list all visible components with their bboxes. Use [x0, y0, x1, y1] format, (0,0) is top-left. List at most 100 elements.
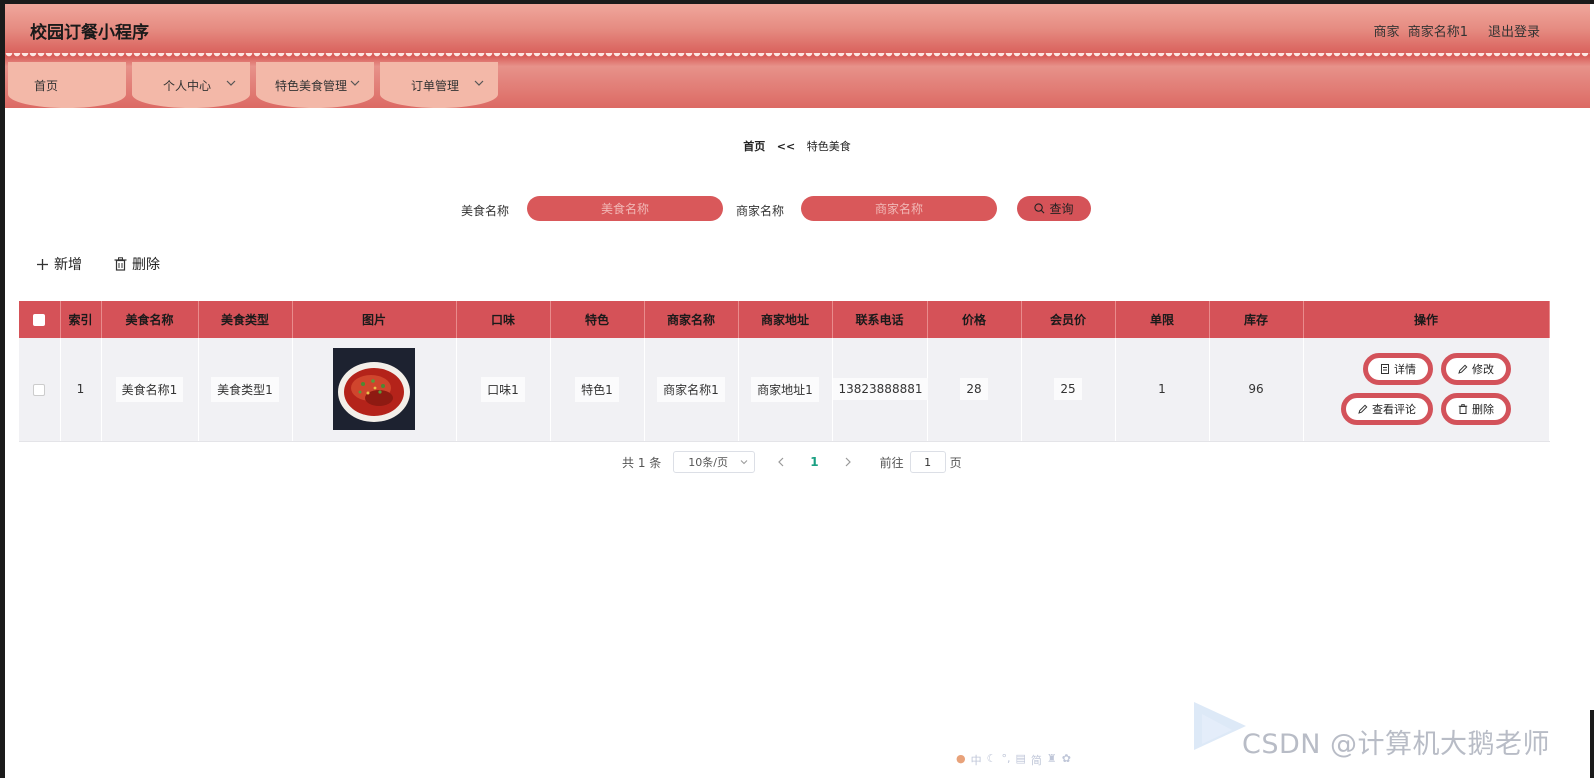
role-label: 商家: [1373, 25, 1400, 40]
trash-icon: [114, 257, 127, 271]
column-header: 索引: [60, 301, 102, 338]
breadcrumb: 首页 << 特色美食: [0, 138, 1594, 154]
nav-item-home[interactable]: 首页: [8, 62, 126, 108]
batch-delete-button[interactable]: 删除: [114, 254, 160, 274]
goto-page-input[interactable]: [909, 451, 946, 473]
nav-item-label: 订单管理: [410, 78, 459, 93]
food-image: [333, 348, 415, 431]
goto-label: 前往: [879, 455, 904, 470]
member-price-value: 25: [1054, 378, 1082, 401]
select-all-checkbox[interactable]: [33, 314, 46, 326]
main-nav: 首页 个人中心 特色美食管理 订单管理: [8, 62, 498, 108]
phone-value: 13823888881: [832, 378, 929, 401]
row-select-cell[interactable]: [19, 338, 61, 442]
column-header: 口味: [456, 301, 551, 338]
query-button-label: 查询: [1049, 202, 1074, 216]
next-page-icon[interactable]: [844, 457, 852, 467]
food-name-value: 美食名称1: [115, 376, 184, 402]
nav-item-order-management[interactable]: 订单管理: [380, 62, 498, 108]
row-checkbox[interactable]: [33, 383, 46, 396]
cell-merchant-name: 商家名称1: [644, 338, 739, 442]
cell-member-price: 25: [1021, 338, 1116, 442]
keyboard-icon: ▤: [1015, 752, 1026, 765]
detail-button[interactable]: 详情: [1363, 353, 1433, 386]
table-toolbar: 新增 删除: [36, 254, 160, 274]
current-user-label: 商家 商家名称1: [1374, 21, 1468, 40]
window-edge-left: [0, 0, 5, 778]
merchant-name-value: 商家名称1: [657, 376, 725, 402]
column-header: 商家名称: [644, 301, 739, 338]
breadcrumb-current: 特色美食: [806, 140, 851, 153]
cell-feature: 特色1: [550, 338, 645, 442]
breadcrumb-home[interactable]: 首页: [743, 140, 765, 153]
nav-item-food-management[interactable]: 特色美食管理: [256, 62, 374, 108]
watermark-text: CSDN @计算机大鹅老师: [1242, 729, 1551, 760]
total-count: 共 1 条: [622, 455, 662, 470]
add-button-label: 新增: [54, 257, 82, 273]
cell-index: 1: [60, 338, 102, 442]
cell-phone: 13823888881: [832, 338, 929, 442]
merchant-address-value: 商家地址1: [751, 376, 819, 402]
current-page-number[interactable]: 1: [810, 455, 818, 469]
feature-value: 特色1: [575, 376, 619, 402]
header-scallop-divider: [5, 53, 1590, 59]
food-name-input[interactable]: [527, 196, 723, 221]
row-delete-button[interactable]: 删除: [1441, 393, 1511, 426]
food-name-label: 美食名称: [461, 204, 510, 218]
batch-delete-button-label: 删除: [132, 257, 160, 273]
watermark-logo-icon: [1194, 702, 1246, 750]
row-delete-button-label: 删除: [1472, 403, 1494, 417]
page-size-select[interactable]: 10条/页: [673, 451, 756, 473]
add-button[interactable]: 新增: [36, 254, 82, 274]
cell-merchant-address: 商家地址1: [738, 338, 833, 442]
price-value: 28: [960, 378, 988, 401]
gear-icon: ✿: [1061, 752, 1071, 765]
merchant-name-input[interactable]: [801, 196, 997, 221]
plus-icon: [37, 258, 48, 270]
window-edge-right: [1590, 710, 1594, 778]
column-header: 美食名称: [101, 301, 199, 338]
cell-limit: 1: [1115, 338, 1210, 442]
cell-food-name: 美食名称1: [101, 338, 199, 442]
cell-food-type: 美食类型1: [198, 338, 293, 442]
ime-toolbar: ● 中 ☾ °, ▤ 简 ♜ ✿: [956, 752, 1071, 768]
column-header: 特色: [550, 301, 645, 338]
detail-button-label: 详情: [1394, 363, 1416, 377]
taste-value: 口味1: [481, 376, 525, 402]
table-row: 1 美食名称1 美食类型1 口味1 特色1 商家名称1 商家地址1 138238…: [19, 338, 1550, 442]
view-comments-button[interactable]: 查看评论: [1341, 393, 1433, 426]
app-header: 校园订餐小程序 商家 商家名称1 退出登录 首页 个人中心 特色美食管理 订单管…: [5, 4, 1590, 108]
merchant-name-label: 商家名称: [736, 204, 785, 218]
column-header: 库存: [1209, 301, 1304, 338]
nav-item-label: 首页: [33, 78, 58, 93]
column-header: 会员价: [1021, 301, 1116, 338]
edit-button[interactable]: 修改: [1441, 353, 1511, 386]
column-header: 操作: [1303, 301, 1550, 338]
shirt-icon: ♜: [1046, 752, 1057, 765]
chevron-down-icon: [226, 80, 236, 86]
ime-logo-icon: ●: [956, 752, 966, 765]
cell-actions: 详情 修改 查看评论 删除: [1303, 338, 1550, 442]
cell-stock: 96: [1209, 338, 1304, 442]
prev-page-icon[interactable]: [777, 457, 785, 467]
view-comments-button-label: 查看评论: [1372, 403, 1416, 417]
row-actions: 详情 修改 查看评论 删除: [1304, 353, 1549, 426]
pencil-icon: [1458, 364, 1468, 375]
column-header: 美食类型: [198, 301, 293, 338]
merchant-name-label: 商家名称1: [1407, 25, 1468, 40]
ime-simplified-mode[interactable]: 简: [1031, 752, 1042, 768]
breadcrumb-separator: <<: [776, 140, 796, 153]
cell-price: 28: [927, 338, 1022, 442]
page-size-value: 10条/页: [688, 456, 728, 469]
select-all-cell[interactable]: [19, 301, 61, 338]
chevron-down-icon: [350, 80, 360, 86]
nav-item-label: 个人中心: [162, 78, 211, 93]
moon-icon: ☾: [986, 752, 997, 765]
nav-item-personal-center[interactable]: 个人中心: [132, 62, 250, 108]
ime-chinese-mode[interactable]: 中: [971, 752, 982, 768]
chevron-down-icon: [474, 80, 484, 86]
search-icon: [1034, 203, 1045, 214]
query-button[interactable]: 查询: [1017, 196, 1091, 221]
logout-link[interactable]: 退出登录: [1488, 21, 1540, 40]
column-header: 联系电话: [832, 301, 928, 338]
